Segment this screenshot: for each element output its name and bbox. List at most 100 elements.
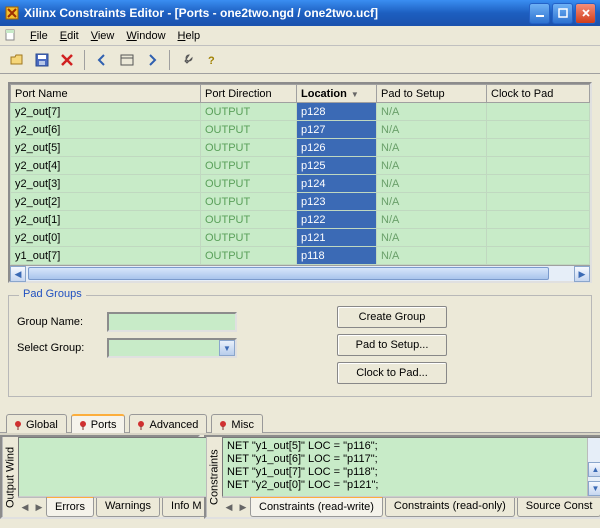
- selectgroup-label: Select Group:: [17, 342, 97, 354]
- scroll-left-icon[interactable]: ◀: [10, 266, 26, 282]
- save-icon[interactable]: [31, 49, 53, 71]
- toolbar: ?: [0, 46, 600, 74]
- cell-portname[interactable]: y2_out[2]: [11, 193, 201, 211]
- tab-errors[interactable]: Errors: [46, 496, 94, 517]
- cell-portname[interactable]: y2_out[4]: [11, 157, 201, 175]
- table-row[interactable]: y2_out[1]OUTPUTp122N/A: [11, 211, 590, 229]
- pushpin-icon: [136, 420, 146, 430]
- tab-ports[interactable]: Ports: [71, 414, 126, 433]
- cell-portname[interactable]: y1_out[7]: [11, 247, 201, 265]
- tab-misc[interactable]: Misc: [211, 414, 263, 433]
- tab-constraints-rw[interactable]: Constraints (read-write): [250, 496, 383, 517]
- cell-location[interactable]: p122: [297, 211, 377, 229]
- cell-clock2pad: [487, 211, 590, 229]
- menu-help[interactable]: Help: [172, 28, 207, 44]
- menu-edit[interactable]: Edit: [54, 28, 85, 44]
- constraints-content[interactable]: NET "y1_out[5]" LOC = "p116"; NET "y1_ou…: [222, 437, 600, 497]
- cell-portname[interactable]: y2_out[1]: [11, 211, 201, 229]
- titlebar: Xilinx Constraints Editor - [Ports - one…: [0, 0, 600, 26]
- cell-pad2setup: N/A: [377, 247, 487, 265]
- menu-window[interactable]: Window: [120, 28, 171, 44]
- help-icon[interactable]: ?: [201, 49, 223, 71]
- table-row[interactable]: y2_out[3]OUTPUTp124N/A: [11, 175, 590, 193]
- col-direction[interactable]: Port Direction: [201, 85, 297, 103]
- close-button[interactable]: [575, 3, 596, 24]
- tab-source-const[interactable]: Source Const: [517, 498, 600, 517]
- cell-pad2setup: N/A: [377, 193, 487, 211]
- cell-direction: OUTPUT: [201, 229, 297, 247]
- maximize-button[interactable]: [552, 3, 573, 24]
- menu-view[interactable]: View: [85, 28, 121, 44]
- tab-warnings[interactable]: Warnings: [96, 498, 160, 517]
- forward-icon[interactable]: [141, 49, 163, 71]
- app-icon: [4, 5, 20, 21]
- back-icon[interactable]: [91, 49, 113, 71]
- cell-clock2pad: [487, 175, 590, 193]
- scroll-down-icon[interactable]: ▼: [588, 481, 600, 496]
- cell-clock2pad: [487, 139, 590, 157]
- pad-groups-panel: Pad Groups Group Name: Select Group: ▼ C…: [8, 295, 592, 397]
- output-window-panel: Output Wind ◀ ▶ Errors Warnings Info M: [0, 435, 200, 519]
- cell-location[interactable]: p121: [297, 229, 377, 247]
- wrench-icon[interactable]: [176, 49, 198, 71]
- pad-to-setup-button[interactable]: Pad to Setup...: [337, 334, 447, 356]
- tab-advanced[interactable]: Advanced: [129, 414, 207, 433]
- scroll-right-icon[interactable]: ▶: [574, 266, 590, 282]
- cell-location[interactable]: p125: [297, 157, 377, 175]
- main-tabs: Global Ports Advanced Misc: [0, 413, 600, 432]
- scroll-up-icon[interactable]: ▲: [588, 462, 600, 477]
- cell-clock2pad: [487, 247, 590, 265]
- grid-hscrollbar[interactable]: ◀ ▶: [10, 265, 590, 281]
- pushpin-icon: [218, 420, 228, 430]
- col-pad2setup[interactable]: Pad to Setup: [377, 85, 487, 103]
- col-clock2pad[interactable]: Clock to Pad: [487, 85, 590, 103]
- cell-direction: OUTPUT: [201, 247, 297, 265]
- cell-location[interactable]: p118: [297, 247, 377, 265]
- menu-file[interactable]: File: [24, 28, 54, 44]
- tabs-right-icon[interactable]: ▶: [236, 498, 250, 517]
- tabs-left-icon[interactable]: ◀: [18, 498, 32, 517]
- constraints-label: Constraints: [206, 437, 222, 517]
- cell-location[interactable]: p124: [297, 175, 377, 193]
- pushpin-icon: [13, 420, 23, 430]
- col-location[interactable]: Location▼: [297, 85, 377, 103]
- open-icon[interactable]: [6, 49, 28, 71]
- doc-icon: [4, 29, 18, 43]
- tabs-right-icon[interactable]: ▶: [32, 498, 46, 517]
- table-row[interactable]: y2_out[2]OUTPUTp123N/A: [11, 193, 590, 211]
- table-row[interactable]: y1_out[7]OUTPUTp118N/A: [11, 247, 590, 265]
- chevron-down-icon[interactable]: ▼: [219, 340, 235, 356]
- table-row[interactable]: y2_out[4]OUTPUTp125N/A: [11, 157, 590, 175]
- clock-to-pad-button[interactable]: Clock to Pad...: [337, 362, 447, 384]
- groupname-input[interactable]: [107, 312, 237, 332]
- cell-portname[interactable]: y2_out[3]: [11, 175, 201, 193]
- cell-pad2setup: N/A: [377, 211, 487, 229]
- cell-location[interactable]: p128: [297, 103, 377, 121]
- tab-constraints-ro[interactable]: Constraints (read-only): [385, 498, 515, 517]
- cell-portname[interactable]: y2_out[0]: [11, 229, 201, 247]
- window-icon[interactable]: [116, 49, 138, 71]
- table-row[interactable]: y2_out[6]OUTPUTp127N/A: [11, 121, 590, 139]
- constraints-vscrollbar[interactable]: ▲ ▼: [587, 438, 600, 496]
- create-group-button[interactable]: Create Group: [337, 306, 447, 328]
- cell-clock2pad: [487, 193, 590, 211]
- cell-clock2pad: [487, 229, 590, 247]
- cell-portname[interactable]: y2_out[5]: [11, 139, 201, 157]
- cell-portname[interactable]: y2_out[6]: [11, 121, 201, 139]
- cell-location[interactable]: p123: [297, 193, 377, 211]
- table-row[interactable]: y2_out[0]OUTPUTp121N/A: [11, 229, 590, 247]
- cell-direction: OUTPUT: [201, 193, 297, 211]
- table-row[interactable]: y2_out[5]OUTPUTp126N/A: [11, 139, 590, 157]
- tabs-left-icon[interactable]: ◀: [222, 498, 236, 517]
- tab-global[interactable]: Global: [6, 414, 67, 433]
- output-content[interactable]: [18, 437, 213, 497]
- selectgroup-dropdown[interactable]: ▼: [107, 338, 237, 358]
- cell-location[interactable]: p127: [297, 121, 377, 139]
- table-row[interactable]: y2_out[7]OUTPUTp128N/A: [11, 103, 590, 121]
- cell-portname[interactable]: y2_out[7]: [11, 103, 201, 121]
- col-portname[interactable]: Port Name: [11, 85, 201, 103]
- minimize-button[interactable]: [529, 3, 550, 24]
- cell-pad2setup: N/A: [377, 121, 487, 139]
- cell-location[interactable]: p126: [297, 139, 377, 157]
- delete-icon[interactable]: [56, 49, 78, 71]
